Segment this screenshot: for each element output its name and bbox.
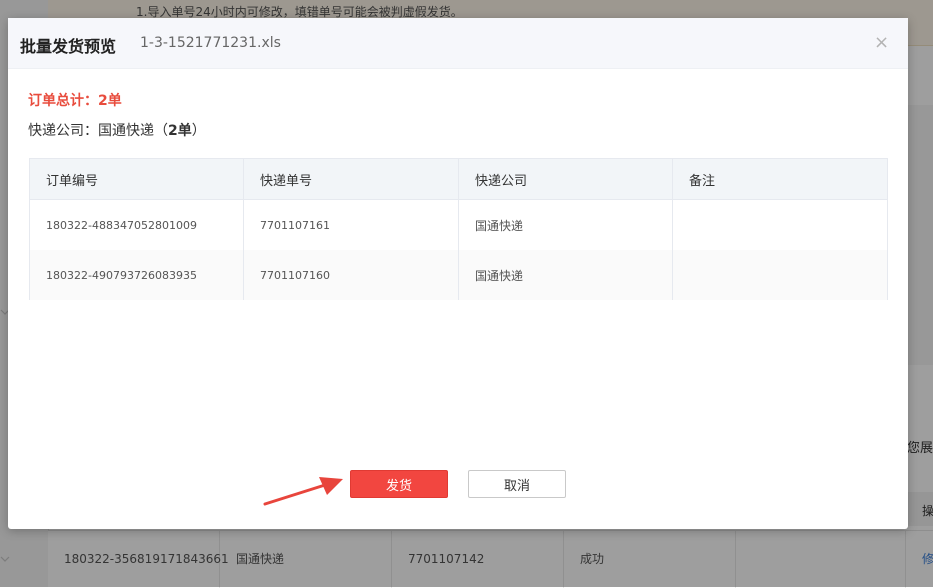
dialog-filename: 1-3-1521771231.xls bbox=[140, 35, 281, 51]
cell-note bbox=[673, 200, 887, 250]
table-row: 180322-490793726083935 7701107160 国通快递 bbox=[30, 250, 887, 300]
cell-company: 国通快递 bbox=[459, 200, 673, 250]
header-order-no: 订单编号 bbox=[30, 159, 244, 199]
cell-company: 国通快递 bbox=[459, 250, 673, 300]
courier-company-count: 2单 bbox=[168, 123, 192, 139]
cell-tracking-no: 7701107160 bbox=[244, 250, 459, 300]
courier-company-summary: 快递公司：国通快递（2单） bbox=[28, 120, 206, 140]
cell-tracking-no: 7701107161 bbox=[244, 200, 459, 250]
ship-button[interactable]: 发货 bbox=[350, 470, 448, 498]
red-arrow-annotation-icon bbox=[263, 477, 343, 506]
courier-company-close: ） bbox=[191, 123, 206, 139]
close-icon[interactable]: × bbox=[874, 32, 889, 53]
preview-table: 订单编号 快递单号 快递公司 备注 180322-488347052801009… bbox=[29, 158, 888, 300]
batch-shipping-preview-dialog: 批量发货预览 1-3-1521771231.xls × 订单总计：2单 快递公司… bbox=[8, 18, 908, 529]
order-total-summary: 订单总计：2单 bbox=[28, 93, 122, 109]
cell-note bbox=[673, 250, 887, 300]
cell-order-no: 180322-490793726083935 bbox=[30, 250, 244, 300]
table-header: 订单编号 快递单号 快递公司 备注 bbox=[30, 159, 887, 200]
header-note: 备注 bbox=[689, 173, 716, 189]
courier-company-label: 快递公司：国通快递（ bbox=[28, 123, 168, 139]
dialog-title: 批量发货预览 bbox=[20, 37, 117, 56]
cancel-button[interactable]: 取消 bbox=[468, 470, 566, 498]
dialog-header: 批量发货预览 1-3-1521771231.xls × bbox=[8, 18, 908, 69]
header-company: 快递公司 bbox=[459, 159, 673, 199]
header-tracking-no: 快递单号 bbox=[244, 159, 459, 199]
cell-order-no: 180322-488347052801009 bbox=[30, 200, 244, 250]
table-row: 180322-488347052801009 7701107161 国通快递 bbox=[30, 200, 887, 250]
